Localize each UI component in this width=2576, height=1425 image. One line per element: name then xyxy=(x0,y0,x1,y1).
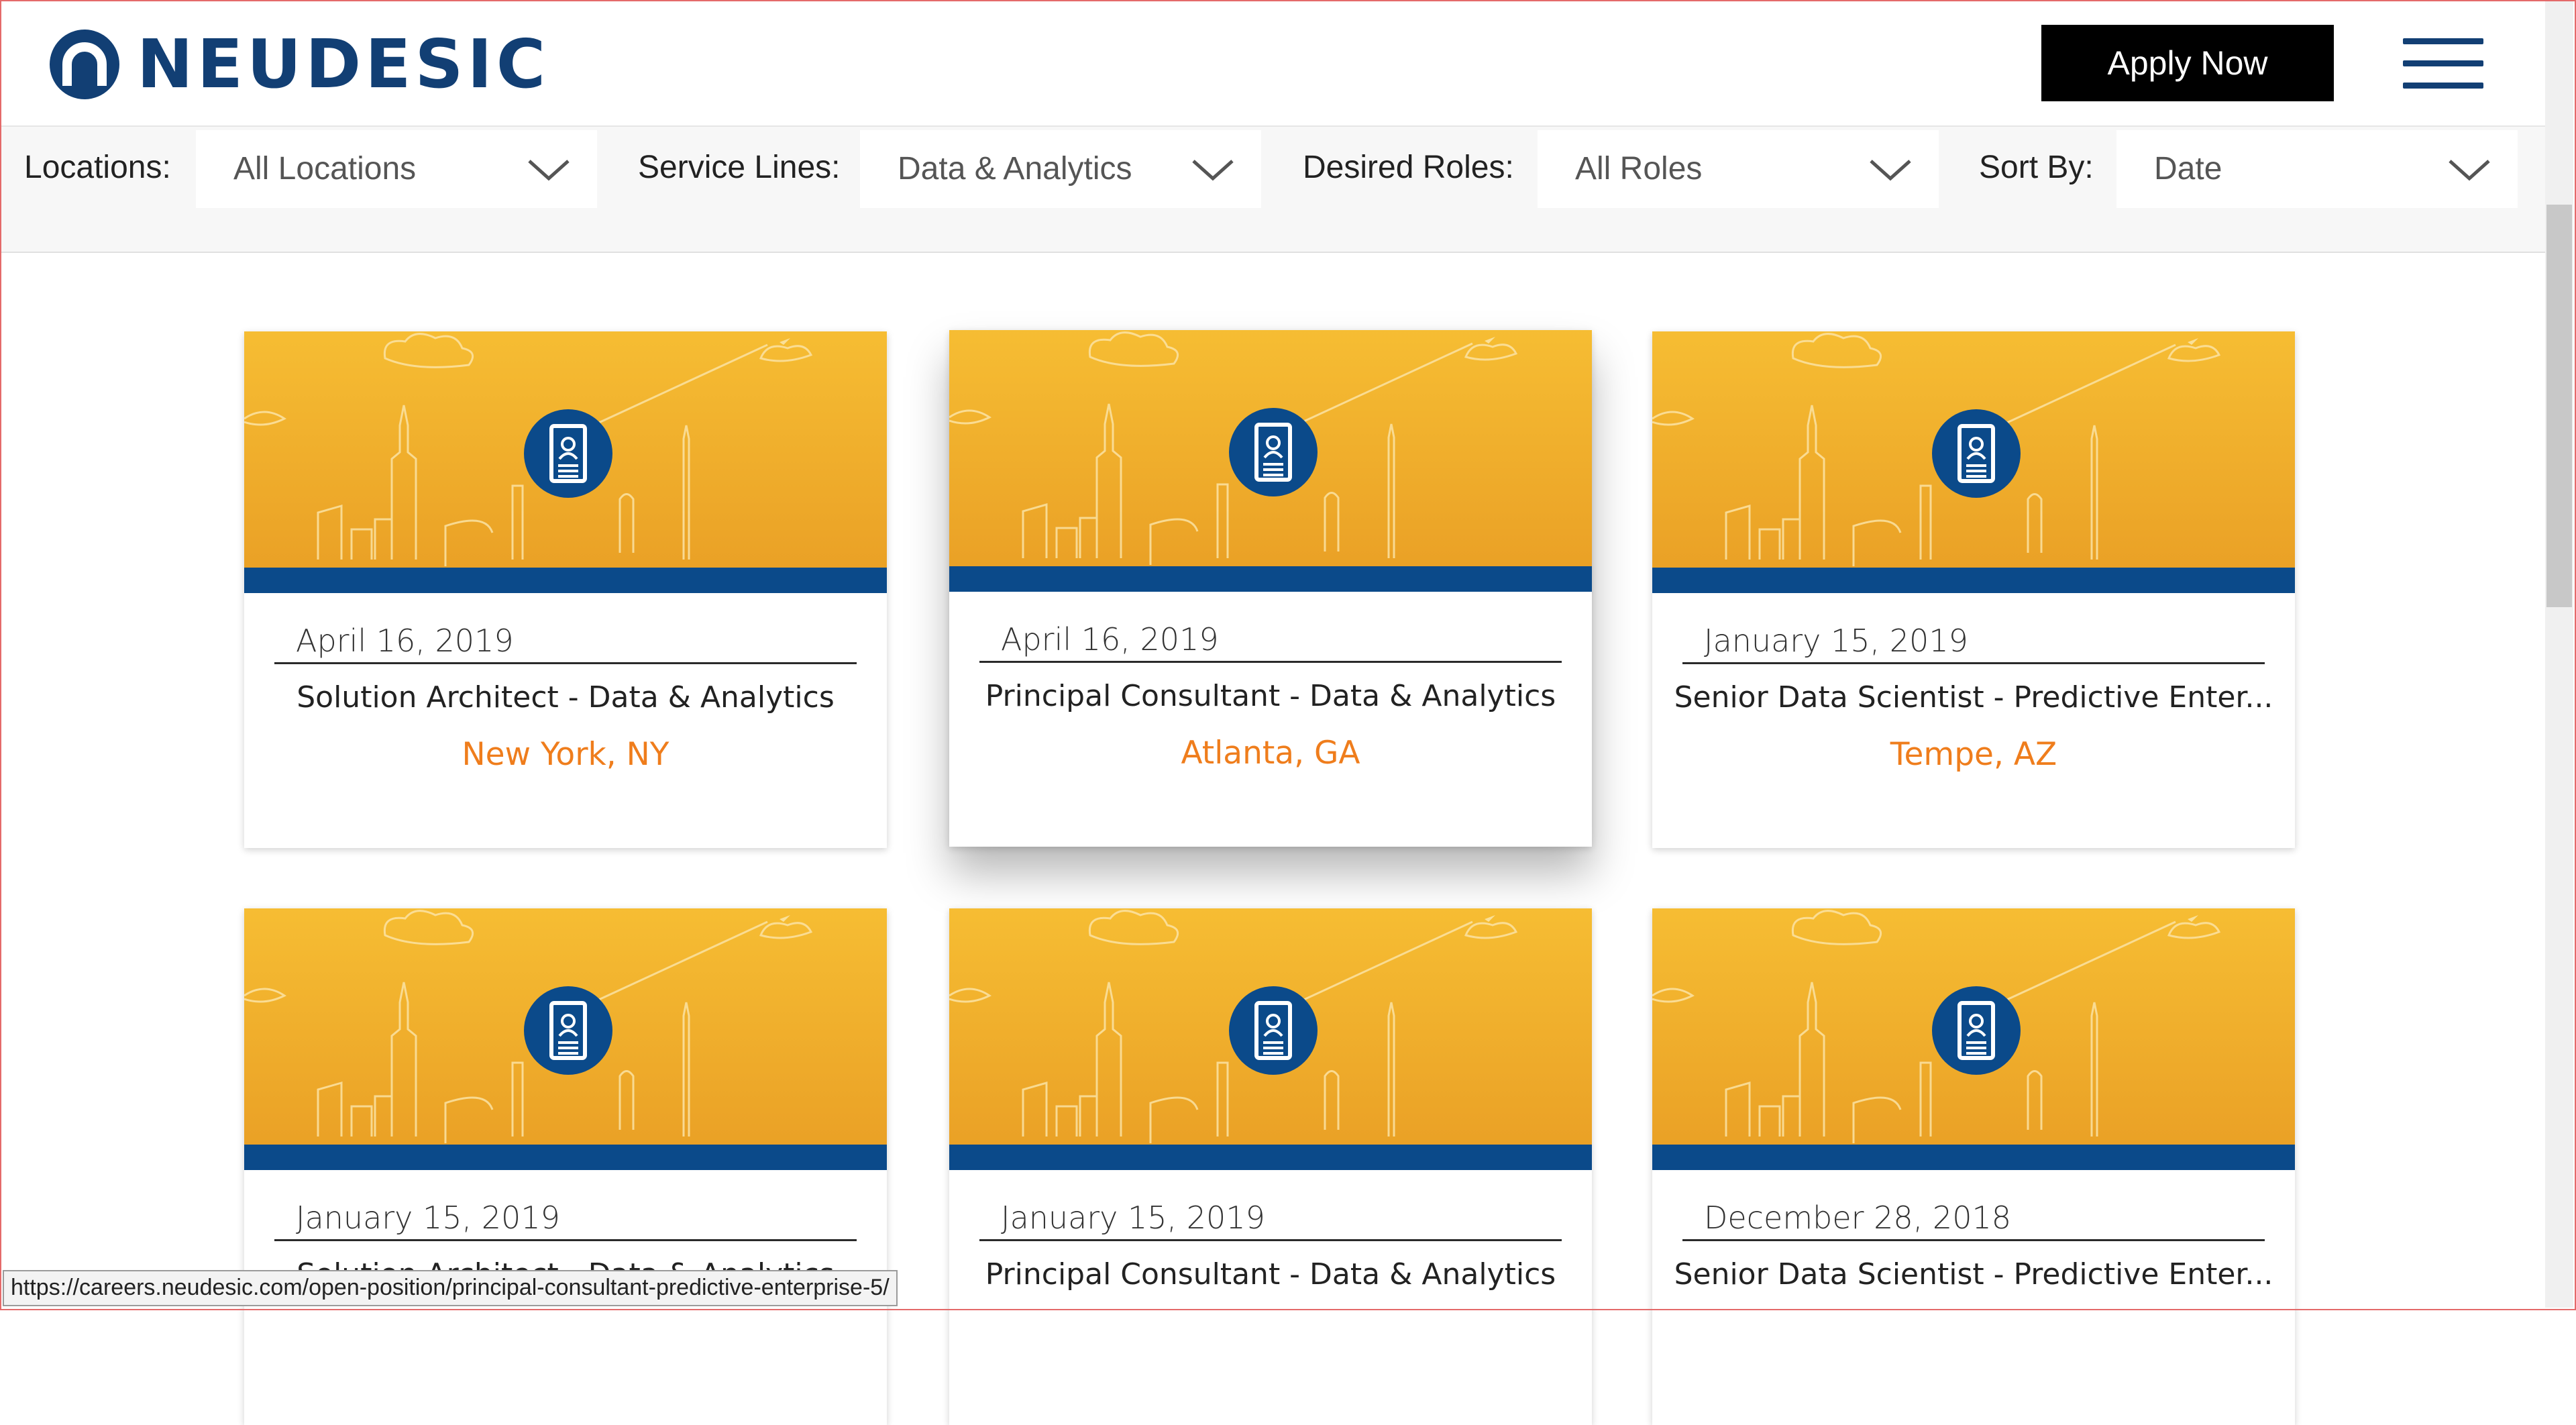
job-date: January 15, 2019 xyxy=(274,1197,857,1241)
resume-badge-icon xyxy=(1932,409,2021,498)
resume-badge-icon xyxy=(1229,408,1318,496)
job-title[interactable]: Solution Architect - Data & Analytics xyxy=(258,680,873,715)
sort-by-label: Sort By: xyxy=(1979,150,2094,185)
resume-badge-icon xyxy=(1229,986,1318,1075)
desired-roles-label: Desired Roles: xyxy=(1303,150,1514,185)
scrollbar-thumb[interactable] xyxy=(2546,205,2572,607)
service-lines-select[interactable]: Data & Analytics xyxy=(860,130,1261,208)
job-title[interactable]: Principal Consultant - Data & Analytics xyxy=(963,1257,1578,1291)
sort-by-select-value: Date xyxy=(2154,151,2222,187)
job-card[interactable]: January 15, 2019 Senior Data Scientist -… xyxy=(1652,331,2295,848)
job-location: Atlanta, GA xyxy=(1181,735,1360,772)
job-card-body: January 15, 2019 Principal Consultant - … xyxy=(949,1170,1592,1425)
job-title[interactable]: Principal Consultant - Data & Analytics xyxy=(963,679,1578,713)
job-card-body: December 28, 2018 Senior Data Scientist … xyxy=(1652,1170,2295,1425)
job-title[interactable]: Senior Data Scientist - Predictive Enter… xyxy=(1666,1257,2282,1291)
locations-select-value: All Locations xyxy=(233,151,417,187)
job-banner-illustration xyxy=(949,330,1592,592)
vertical-scrollbar[interactable] xyxy=(2545,1,2573,1308)
hamburger-menu-icon[interactable] xyxy=(2403,38,2483,89)
status-url-bar: https://careers.neudesic.com/open-positi… xyxy=(3,1270,898,1306)
job-banner-illustration xyxy=(244,908,887,1170)
job-card[interactable]: April 16, 2019 Principal Consultant - Da… xyxy=(949,330,1592,847)
resume-badge-icon xyxy=(524,986,612,1075)
job-title[interactable]: Senior Data Scientist - Predictive Enter… xyxy=(1666,680,2282,715)
resume-badge-icon xyxy=(1932,986,2021,1075)
job-date: December 28, 2018 xyxy=(1682,1197,2265,1241)
chevron-down-icon xyxy=(2449,160,2490,181)
job-banner-illustration xyxy=(1652,908,2295,1170)
job-card[interactable]: January 15, 2019 Principal Consultant - … xyxy=(949,908,1592,1425)
desired-roles-select-value: All Roles xyxy=(1575,151,1703,187)
job-date: January 15, 2019 xyxy=(979,1197,1562,1241)
job-banner-illustration xyxy=(949,908,1592,1170)
service-lines-select-value: Data & Analytics xyxy=(898,151,1132,187)
job-date: April 16, 2019 xyxy=(979,619,1562,663)
job-card[interactable]: January 15, 2019 Solution Architect - Da… xyxy=(244,908,887,1425)
job-date: April 16, 2019 xyxy=(274,620,857,664)
apply-now-button[interactable]: Apply Now xyxy=(2041,25,2334,101)
job-card-body: April 16, 2019 Principal Consultant - Da… xyxy=(949,592,1592,847)
job-card-body: January 15, 2019 Senior Data Scientist -… xyxy=(1652,593,2295,848)
job-card-body: April 16, 2019 Solution Architect - Data… xyxy=(244,593,887,848)
job-banner-illustration xyxy=(244,331,887,593)
chevron-down-icon xyxy=(528,160,570,181)
sort-by-select[interactable]: Date xyxy=(2116,130,2518,208)
service-lines-label: Service Lines: xyxy=(638,150,841,185)
job-card[interactable]: December 28, 2018 Senior Data Scientist … xyxy=(1652,908,2295,1425)
desired-roles-select[interactable]: All Roles xyxy=(1538,130,1939,208)
neudesic-logo[interactable]: NEUDESIC xyxy=(47,27,549,102)
neudesic-logo-icon xyxy=(50,30,119,99)
locations-label: Locations: xyxy=(24,150,171,185)
job-date: January 15, 2019 xyxy=(1682,620,2265,664)
job-location: Tempe, AZ xyxy=(1890,736,2057,773)
resume-badge-icon xyxy=(524,409,612,498)
locations-select[interactable]: All Locations xyxy=(196,130,597,208)
job-card[interactable]: April 16, 2019 Solution Architect - Data… xyxy=(244,331,887,848)
job-banner-illustration xyxy=(1652,331,2295,593)
chevron-down-icon xyxy=(1192,160,1234,181)
chevron-down-icon xyxy=(1870,160,1911,181)
job-location: New York, NY xyxy=(462,736,669,773)
site-header: NEUDESIC Apply Now xyxy=(1,1,2545,125)
logo-wordmark: NEUDESIC xyxy=(137,25,550,103)
